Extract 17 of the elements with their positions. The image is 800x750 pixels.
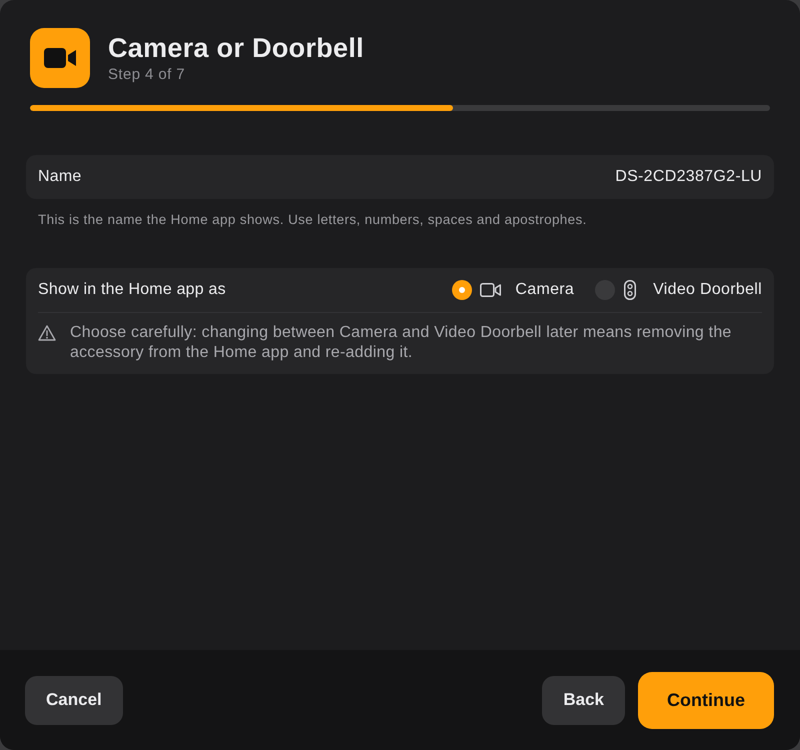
option-label[interactable]: Video Doorbell bbox=[653, 281, 762, 299]
doorbell-icon bbox=[624, 280, 636, 300]
warning-text: Choose carefully: changing between Camera and Video Doorbell later means removing the accessory from the Home app and re-adding it. bbox=[70, 323, 733, 363]
name-label: Name bbox=[38, 168, 82, 186]
video-camera-icon bbox=[480, 283, 502, 297]
video-camera-icon bbox=[30, 28, 90, 88]
warning-icon bbox=[38, 325, 56, 341]
name-hint: This is the name the Home app shows. Use letters, numbers, spaces and apostrophes. bbox=[38, 212, 588, 228]
name-field[interactable]: DS-2CD2387G2-LU bbox=[512, 168, 762, 186]
display-as-label: Show in the Home app as bbox=[38, 281, 226, 299]
secondary-button[interactable]: Back bbox=[542, 676, 625, 724]
primary-button[interactable]: Continue bbox=[638, 672, 774, 728]
option-label[interactable]: Camera bbox=[515, 281, 574, 299]
radio-button[interactable] bbox=[452, 280, 472, 300]
step-label: Step 4 of 7 bbox=[108, 66, 185, 84]
secondary-button[interactable]: Cancel bbox=[25, 676, 123, 724]
dialog-title: Camera or Doorbell bbox=[108, 32, 364, 64]
